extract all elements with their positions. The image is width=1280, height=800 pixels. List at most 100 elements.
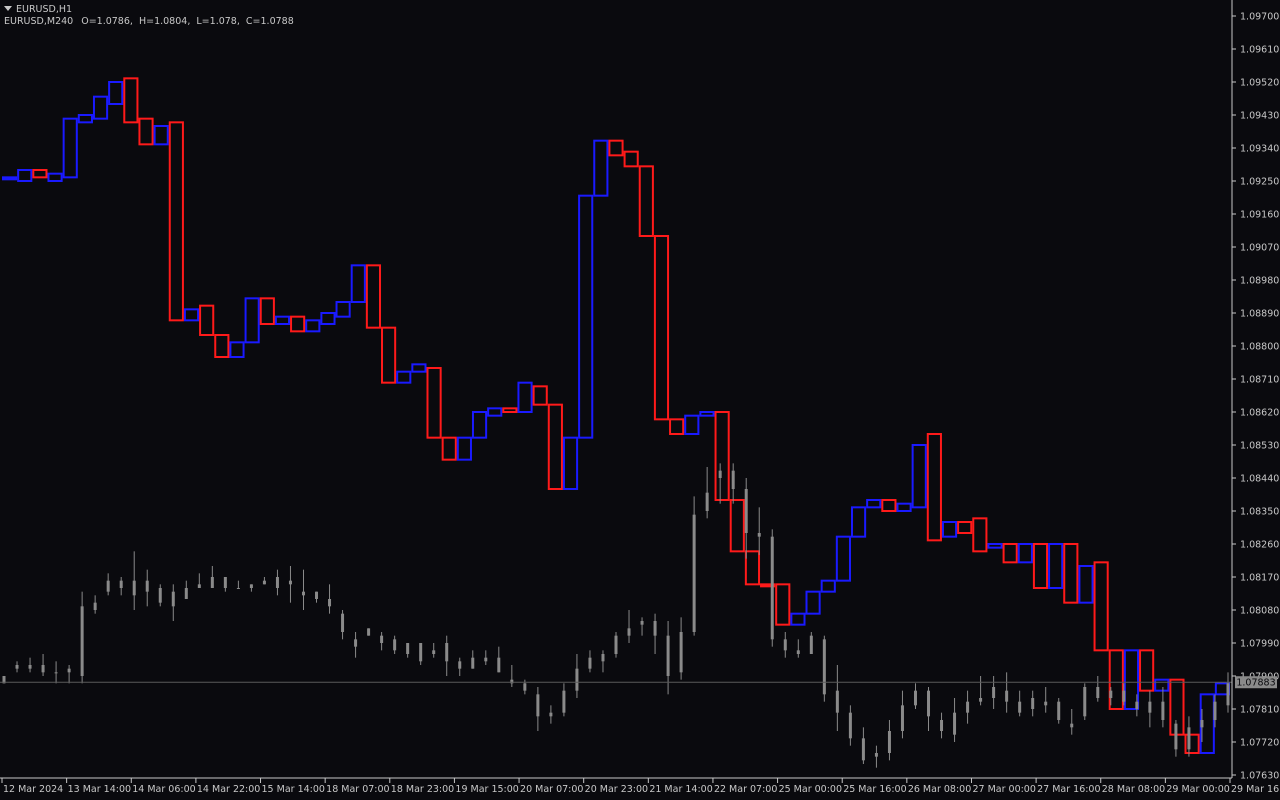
h4-candle-box bbox=[214, 334, 230, 358]
h1-candle bbox=[406, 643, 410, 658]
h1-candle bbox=[158, 584, 162, 607]
h4-candle-box bbox=[896, 502, 912, 512]
h1-candle bbox=[510, 665, 514, 687]
h4-candle-box bbox=[972, 517, 988, 553]
time-tick-label: 29 Mar 00:00 bbox=[1166, 784, 1229, 795]
h1-candle bbox=[145, 569, 149, 607]
h1-candle bbox=[106, 573, 110, 596]
dropdown-triangle-icon[interactable] bbox=[4, 6, 12, 11]
price-chart[interactable]: 1.09700 1.09610 1.09520 1.09430 1.09340 1.092… bbox=[0, 0, 1280, 800]
h4-candle-box bbox=[411, 363, 427, 373]
symbol-row[interactable]: EURUSD,H1 bbox=[4, 4, 294, 16]
h1-candle bbox=[1161, 687, 1165, 728]
time-tick-label: 26 Mar 08:00 bbox=[908, 784, 971, 795]
h4-candle-box bbox=[1108, 649, 1124, 710]
h4-candle-box bbox=[684, 414, 700, 435]
h1-candle bbox=[979, 676, 983, 706]
current-price-label: 1.07883 bbox=[1236, 678, 1275, 689]
h1-candle bbox=[236, 580, 240, 589]
h1-candle bbox=[315, 591, 319, 603]
h4-candle-box bbox=[850, 506, 867, 538]
h4-candle-box bbox=[835, 535, 851, 582]
h1-candle bbox=[666, 621, 670, 695]
time-tick-label: 19 Mar 15:00 bbox=[455, 784, 518, 795]
h4-candle-box bbox=[1154, 678, 1170, 692]
h1-candle bbox=[953, 698, 957, 742]
price-tick-label: 1.08890 bbox=[1240, 309, 1279, 320]
h1-candle bbox=[80, 591, 84, 684]
h1-candle bbox=[966, 690, 970, 724]
price-tick-label: 1.09610 bbox=[1240, 45, 1279, 56]
h4-candle-box bbox=[199, 304, 215, 336]
h4-candle-box bbox=[259, 297, 275, 326]
h4-candle-box bbox=[987, 543, 1003, 549]
h4-candle-box bbox=[320, 312, 336, 325]
h4-candle-box bbox=[866, 499, 882, 509]
chart-window[interactable]: 1.09700 1.09610 1.09520 1.09430 1.09340 1.092… bbox=[0, 0, 1280, 800]
time-tick-label: 20 Mar 23:00 bbox=[585, 784, 648, 795]
time-tick-label: 21 Mar 14:00 bbox=[649, 784, 712, 795]
price-tick-label: 1.08710 bbox=[1240, 375, 1279, 386]
time-tick-label: 28 Mar 08:00 bbox=[1102, 784, 1165, 795]
h1-candle bbox=[484, 650, 488, 665]
h1-candle bbox=[549, 705, 553, 724]
h1-candle bbox=[718, 463, 722, 504]
h4-candle-box bbox=[608, 139, 624, 157]
h4-candle-box bbox=[32, 169, 48, 179]
h1-candle bbox=[471, 650, 475, 669]
h4-candle-box bbox=[562, 436, 579, 490]
h1-candle bbox=[887, 720, 891, 761]
time-tick-label: 18 Mar 23:00 bbox=[391, 784, 454, 795]
h4-candle-box bbox=[547, 403, 563, 490]
h4-candle-box bbox=[775, 583, 791, 626]
price-tick-label: 1.09250 bbox=[1240, 177, 1279, 188]
h4-candle-box bbox=[881, 499, 897, 512]
h4-candle-box bbox=[1048, 543, 1064, 589]
h1-candle bbox=[757, 507, 761, 555]
h4-candle-box bbox=[714, 411, 730, 501]
h1-candle bbox=[575, 654, 579, 698]
h1-candle bbox=[432, 643, 436, 658]
h4-candle-box bbox=[669, 418, 685, 436]
h4-candle-box bbox=[653, 235, 670, 421]
h4-candle-box bbox=[941, 521, 958, 538]
price-tick-label: 1.08620 bbox=[1240, 408, 1279, 419]
price-tick-label: 1.09340 bbox=[1240, 144, 1279, 155]
h4-candle-box bbox=[744, 550, 761, 586]
h4-candle-box bbox=[77, 114, 93, 124]
h4-candle-box bbox=[138, 117, 154, 146]
h4-candle-box bbox=[911, 444, 927, 509]
h4-candle-box bbox=[926, 433, 942, 542]
price-tick-label: 1.08080 bbox=[1240, 606, 1279, 617]
h1-candle bbox=[536, 687, 540, 731]
h4-candle-box bbox=[274, 315, 291, 325]
h1-candle bbox=[1096, 676, 1100, 702]
h1-candle bbox=[705, 467, 709, 519]
h1-candle bbox=[119, 577, 123, 596]
h4-candle-box bbox=[699, 411, 715, 417]
h1-candle bbox=[1148, 690, 1152, 728]
h1-candle bbox=[640, 617, 644, 636]
h4-candle-box bbox=[426, 367, 442, 439]
h1-candle bbox=[67, 665, 71, 684]
h1-candle bbox=[900, 690, 904, 739]
h1-candle bbox=[731, 463, 735, 504]
h1-candle bbox=[380, 632, 384, 651]
h1-candle bbox=[367, 628, 371, 636]
time-tick-label: 20 Mar 07:00 bbox=[520, 784, 583, 795]
chart-header: EURUSD,H1 EURUSD,M240 O=1.0786, H=1.0804,… bbox=[4, 4, 294, 28]
h1-candle bbox=[445, 635, 449, 676]
h4-candle-box bbox=[1063, 543, 1079, 604]
ohlc-low: L=1.078, bbox=[196, 16, 240, 27]
h1-candle bbox=[861, 727, 865, 764]
h4-candle-box bbox=[487, 407, 503, 417]
h4-candle-box bbox=[502, 407, 518, 414]
price-tick-label: 1.08350 bbox=[1240, 507, 1279, 518]
h4-candle-box bbox=[168, 121, 184, 322]
h1-candle bbox=[835, 665, 839, 731]
h1-candle bbox=[1018, 690, 1022, 717]
h1-candle bbox=[796, 639, 800, 658]
h1-candle bbox=[1226, 672, 1230, 713]
h1-candle bbox=[679, 617, 683, 680]
h1-candle bbox=[341, 610, 345, 640]
